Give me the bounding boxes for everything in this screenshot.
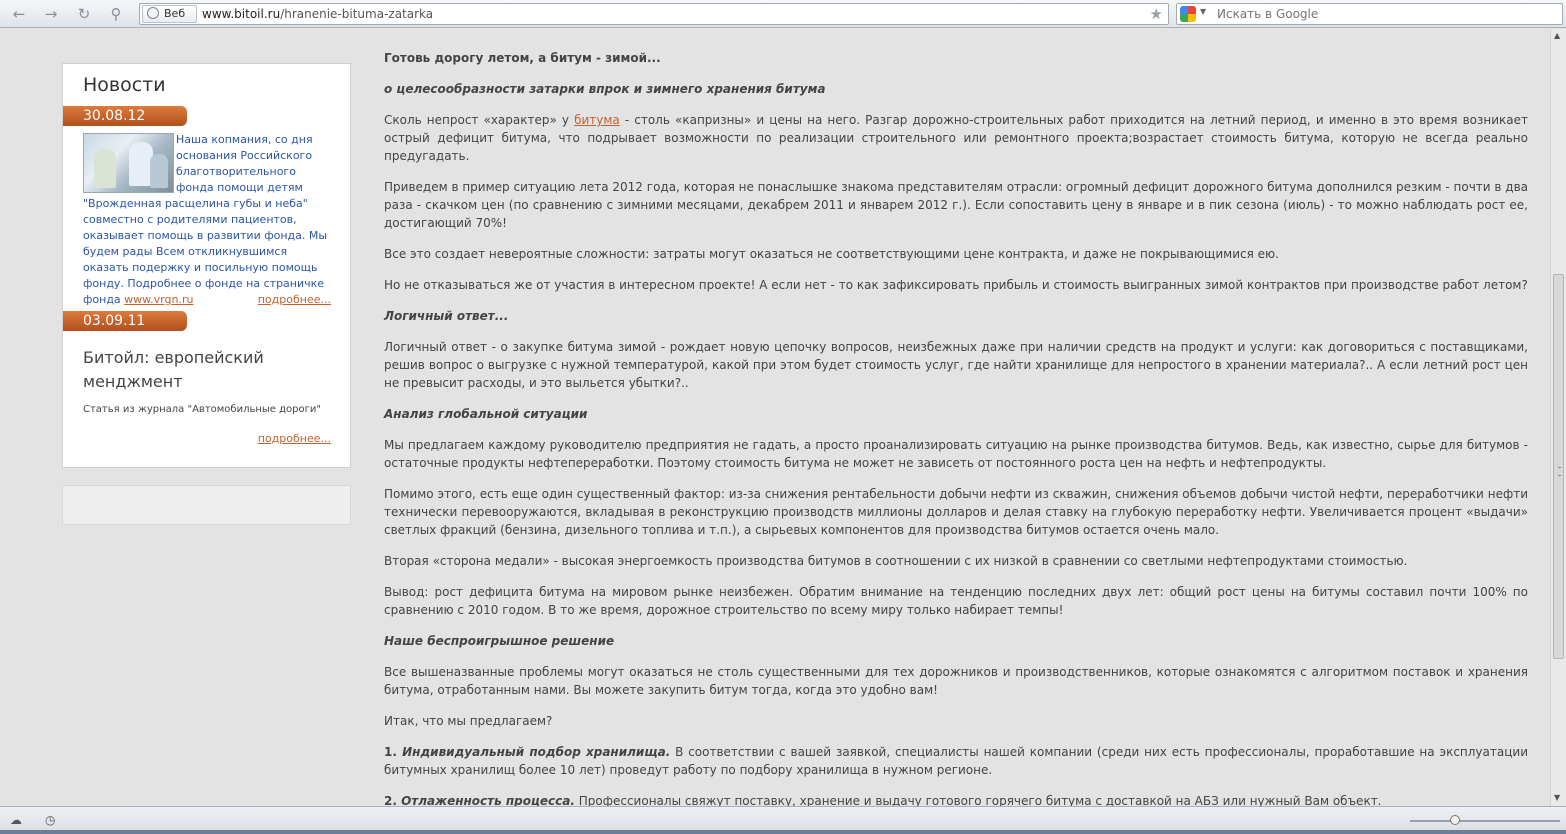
scroll-down-icon[interactable]: ▼ <box>1554 793 1560 802</box>
scroll-up-icon[interactable]: ▲ <box>1554 31 1560 40</box>
paragraph: Сколь непрост «характер» у битума - стол… <box>384 111 1528 165</box>
search-input[interactable] <box>1217 7 1547 21</box>
news-more-link-1[interactable]: подробнее... <box>258 293 331 306</box>
list-text: Профессионалы свяжут поставку, хранение … <box>574 794 1382 806</box>
taskbar <box>0 830 1566 834</box>
paragraph: Но не отказываться же от участия в интер… <box>384 278 1528 292</box>
zoom-knob[interactable] <box>1450 815 1460 825</box>
page-content: Новости 30.08.12 Наша копмания, со дня о… <box>0 29 1550 806</box>
article-subtitle: о целесообразности затарки впрок и зимне… <box>384 82 826 96</box>
vertical-scrollbar[interactable]: ▲ ▼ <box>1550 29 1566 806</box>
list-item: 1. Индивидуальный подбор хранилища. В со… <box>384 743 1528 779</box>
paragraph: Все вышеназванные проблемы могут оказать… <box>384 665 1528 697</box>
article-title: Готовь дорогу летом, а битум - зимой... <box>384 51 661 65</box>
section-heading: Анализ глобальной ситуации <box>384 407 588 421</box>
browser-toolbar: ← → ↻ ⚲ Веб www.bitoil.ru/hranenie-bitum… <box>0 0 1566 28</box>
paragraph: Мы предлагаем каждому руководителю предп… <box>384 438 1528 470</box>
news-box: Новости 30.08.12 Наша копмания, со дня о… <box>62 63 351 468</box>
empty-sidebar-box <box>62 485 351 525</box>
paragraph: Помимо этого, есть еще один существенный… <box>384 487 1528 537</box>
google-icon[interactable] <box>1180 6 1196 22</box>
scrollbar-thumb[interactable] <box>1553 274 1564 659</box>
news-heading: Новости <box>83 74 166 96</box>
section-heading: Логичный ответ... <box>384 309 509 323</box>
paragraph: Итак, что мы предлагаем? <box>384 714 553 728</box>
vrgn-link[interactable]: www.vrgn.ru <box>124 293 193 306</box>
web-identity-button[interactable]: Веб <box>142 5 197 23</box>
paragraph: Все это создает невероятные сложности: з… <box>384 247 1279 261</box>
zoom-slider[interactable] <box>1410 815 1560 825</box>
article: Готовь дорогу летом, а битум - зимой... … <box>384 49 1528 806</box>
forward-arrow-icon[interactable]: → <box>40 4 62 24</box>
paragraph: Логичный ответ - о закупке битума зимой … <box>384 340 1528 390</box>
key-icon[interactable]: ⚲ <box>105 4 127 24</box>
url-path: /hranenie-bituma-zatarka <box>280 7 434 21</box>
news-date-2: 03.09.11 <box>63 311 187 331</box>
paragraph: Вторая «сторона медали» - высокая энерго… <box>384 554 1408 568</box>
bitumen-link[interactable]: битума <box>574 113 620 127</box>
back-arrow-icon[interactable]: ← <box>8 4 30 24</box>
url-domain: www.bitoil.ru <box>202 7 281 21</box>
p1-before: Сколь непрост «характер» у <box>384 113 575 127</box>
news-more-link-2[interactable]: подробнее... <box>258 432 331 445</box>
bookmark-star-icon[interactable]: ★ <box>1150 5 1163 23</box>
list-title: Индивидуальный подбор хранилища. <box>402 745 671 759</box>
address-bar[interactable]: Веб www.bitoil.ru/hranenie-bituma-zatark… <box>139 3 1169 25</box>
news-item-2-text: Статья из журнала "Автомобильные дороги" <box>83 404 321 415</box>
news-item-1-text[interactable]: Наша копмания, со дня основания Российск… <box>83 132 335 308</box>
url-text[interactable]: www.bitoil.ru/hranenie-bituma-zatarka <box>202 7 433 21</box>
list-title: Отлаженность процесса. <box>401 794 575 806</box>
search-box[interactable]: ▼ <box>1176 3 1563 25</box>
list-number: 1. <box>384 745 403 759</box>
globe-icon <box>147 7 159 19</box>
news-date-1: 30.08.12 <box>63 106 187 126</box>
cloud-icon[interactable]: ☁ <box>10 813 22 827</box>
engine-label: Веб <box>164 7 186 20</box>
speedometer-icon[interactable]: ◷ <box>45 813 55 827</box>
list-item: 2. Отлаженность процесса. Профессионалы … <box>384 792 1528 806</box>
news-item-2-title[interactable]: Битойл: европейский менджмент <box>83 346 335 394</box>
chevron-down-icon[interactable]: ▼ <box>1200 7 1206 16</box>
section-heading: Наше беспроигрышное решение <box>384 634 615 648</box>
paragraph: Вывод: рост дефицита битума на мировом р… <box>384 585 1528 617</box>
paragraph: Приведем в пример ситуацию лета 2012 год… <box>384 180 1528 230</box>
reload-icon[interactable]: ↻ <box>73 4 95 24</box>
list-number: 2. <box>384 794 402 806</box>
